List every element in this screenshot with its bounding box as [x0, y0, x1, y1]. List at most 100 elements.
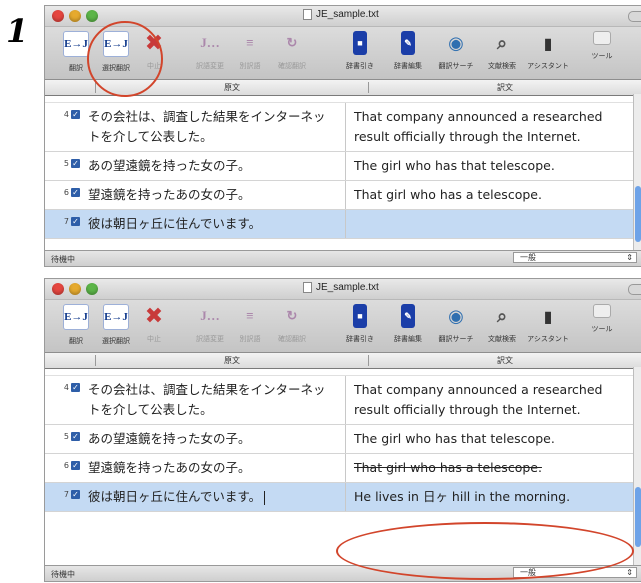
tools-button[interactable]: ツール	[577, 31, 627, 61]
translation-search-button[interactable]: ◉ 翻訳サーチ	[431, 304, 481, 344]
row-checkbox[interactable]: ✓	[71, 461, 80, 470]
source-cell[interactable]: 彼は朝日ヶ丘に住んでいます。	[84, 210, 346, 238]
text-cursor	[264, 490, 266, 505]
source-cell[interactable]: あの望遠鏡を持った女の子。	[84, 425, 346, 453]
row-number: 5	[63, 159, 69, 168]
tools-button[interactable]: ツール	[577, 304, 627, 334]
scrollbar-thumb[interactable]	[635, 186, 641, 242]
row-checkbox[interactable]: ✓	[71, 490, 80, 499]
target-cell[interactable]: That girl who has a telescope.	[346, 181, 641, 209]
assistant-button[interactable]: ▮ アシスタント	[523, 304, 573, 344]
column-header: 原文 訳文	[45, 353, 641, 369]
row-checkbox[interactable]: ✓	[71, 188, 80, 197]
source-cell[interactable]: 望遠鏡を持ったあの女の子。	[84, 454, 346, 482]
mode-select[interactable]: 一般 ⇕	[513, 252, 637, 263]
dictionary-edit-icon: ✎	[401, 304, 415, 328]
row-number: 7	[63, 217, 69, 226]
toolbar-button-label: 辞書引き	[346, 62, 374, 70]
table-row[interactable]: 5 ✓ あの望遠鏡を持った女の子。 The girl who has that …	[45, 152, 641, 181]
status-text: 待機中	[51, 570, 75, 579]
dictionary-lookup-icon: ■	[353, 304, 367, 328]
alternate-translation-2-icon: ≡	[246, 35, 254, 50]
row-number-gutter-header	[45, 80, 93, 95]
confirm-translation-icon: ↻	[286, 35, 298, 50]
dictionary-lookup-button[interactable]: ■ 辞書引き	[335, 304, 385, 344]
tools-icon	[593, 304, 611, 318]
document-icon	[303, 282, 312, 293]
minimize-window-button[interactable]	[69, 283, 81, 295]
toolbar-button-label: 確認翻訳	[278, 335, 306, 343]
confirm-translation-button[interactable]: ↻ 確認翻訳	[267, 304, 317, 344]
translation-search-icon: ◉	[448, 32, 464, 54]
scrollbar-thumb[interactable]	[635, 487, 641, 547]
vertical-scrollbar[interactable]	[633, 367, 641, 565]
dictionary-lookup-button[interactable]: ■ 辞書引き	[335, 31, 385, 71]
zoom-window-button[interactable]	[86, 283, 98, 295]
stop-button[interactable]: ✖ 中止	[129, 304, 179, 344]
row-number: 4	[63, 110, 69, 119]
translation-search-button[interactable]: ◉ 翻訳サーチ	[431, 31, 481, 71]
select-arrows-icon: ⇕	[626, 568, 633, 577]
source-cell[interactable]: その会社は、調査した結果をインターネットを介して公表した。	[84, 103, 346, 151]
table-row[interactable]: 6 ✓ 望遠鏡を持ったあの女の子。 That girl who has a te…	[45, 181, 641, 210]
alternate-translation-icon: J…	[200, 35, 220, 50]
target-column-header[interactable]: 訳文	[368, 82, 641, 93]
toolbar-button-label: 辞書編集	[394, 335, 422, 343]
source-cell[interactable]: 望遠鏡を持ったあの女の子。	[84, 181, 346, 209]
toolbar-toggle-button[interactable]	[628, 284, 641, 295]
target-cell-superseded[interactable]: That girl who has a telescope.	[346, 454, 641, 482]
text-search-button[interactable]: ⌕ 文献検索	[477, 304, 527, 344]
row-number: 6	[63, 461, 69, 470]
row-checkbox[interactable]: ✓	[71, 159, 80, 168]
source-cell-text: 彼は朝日ヶ丘に住んでいます。	[88, 489, 262, 504]
toolbar-toggle-button[interactable]	[628, 11, 641, 22]
target-column-header[interactable]: 訳文	[368, 355, 641, 366]
assistant-button[interactable]: ▮ アシスタント	[523, 31, 573, 71]
target-cell[interactable]: The girl who has that telescope.	[346, 152, 641, 180]
alternate-translation-icon: J…	[200, 308, 220, 323]
table-row-selected[interactable]: 7 ✓ 彼は朝日ヶ丘に住んでいます。 He lives in 日ヶ hill i…	[45, 483, 641, 512]
source-cell[interactable]: 彼は朝日ヶ丘に住んでいます。	[84, 483, 346, 511]
table-row-partial	[45, 96, 641, 103]
tools-icon	[593, 31, 611, 45]
table-row[interactable]: 6 ✓ 望遠鏡を持ったあの女の子。 That girl who has a te…	[45, 454, 641, 483]
confirm-translation-button[interactable]: ↻ 確認翻訳	[267, 31, 317, 71]
row-checkbox[interactable]: ✓	[71, 383, 80, 392]
toolbar-button-label: アシスタント	[527, 335, 569, 343]
ej-translate-icon: E→J	[63, 304, 89, 330]
target-cell[interactable]: The girl who has that telescope.	[346, 425, 641, 453]
zoom-window-button[interactable]	[86, 10, 98, 22]
table-row[interactable]: 4 ✓ その会社は、調査した結果をインターネットを介して公表した。 That c…	[45, 103, 641, 152]
title-bar: JE_sample.txt	[45, 279, 641, 300]
vertical-scrollbar[interactable]	[633, 94, 641, 250]
target-cell[interactable]: That company announced a researched resu…	[346, 103, 641, 151]
toolbar-button-label: 辞書編集	[394, 62, 422, 70]
source-cell[interactable]: その会社は、調査した結果をインターネットを介して公表した。	[84, 376, 346, 424]
dictionary-edit-button[interactable]: ✎ 辞書編集	[383, 304, 433, 344]
table-row[interactable]: 4 ✓ その会社は、調査した結果をインターネットを介して公表した。 That c…	[45, 376, 641, 425]
close-window-button[interactable]	[52, 10, 64, 22]
row-checkbox[interactable]: ✓	[71, 432, 80, 441]
target-cell[interactable]	[346, 210, 641, 238]
text-search-button[interactable]: ⌕ 文献検索	[477, 31, 527, 71]
row-checkbox[interactable]: ✓	[71, 217, 80, 226]
table-row[interactable]: 5 ✓ あの望遠鏡を持った女の子。 The girl who has that …	[45, 425, 641, 454]
target-cell[interactable]: He lives in 日ヶ hill in the morning.	[346, 483, 641, 511]
toolbar: E→J 翻訳 E→J 選択翻訳 ✖ 中止 J… 訳語変更 ≡ 別訳語 ↻ 確認翻訳 ■ 辞書引き ✎ 辞書編集…	[45, 300, 641, 353]
source-cell[interactable]: あの望遠鏡を持った女の子。	[84, 152, 346, 180]
sentence-list: 4 ✓ その会社は、調査した結果をインターネットを介して公表した。 That c…	[45, 369, 641, 526]
toolbar-button-label: 辞書引き	[346, 335, 374, 343]
status-text: 待機中	[51, 255, 75, 264]
toolbar-button-label: 中止	[147, 335, 161, 343]
dictionary-edit-button[interactable]: ✎ 辞書編集	[383, 31, 433, 71]
table-row-selected[interactable]: 7 ✓ 彼は朝日ヶ丘に住んでいます。	[45, 210, 641, 239]
row-number: 5	[63, 432, 69, 441]
source-column-header[interactable]: 原文	[95, 355, 369, 366]
minimize-window-button[interactable]	[69, 10, 81, 22]
selection-translate-icon: E→J	[103, 304, 129, 330]
close-window-button[interactable]	[52, 283, 64, 295]
highlight-circle-translation-result	[336, 522, 634, 580]
row-checkbox[interactable]: ✓	[71, 110, 80, 119]
row-number-gutter-header	[45, 353, 93, 368]
target-cell[interactable]: That company announced a researched resu…	[346, 376, 641, 424]
